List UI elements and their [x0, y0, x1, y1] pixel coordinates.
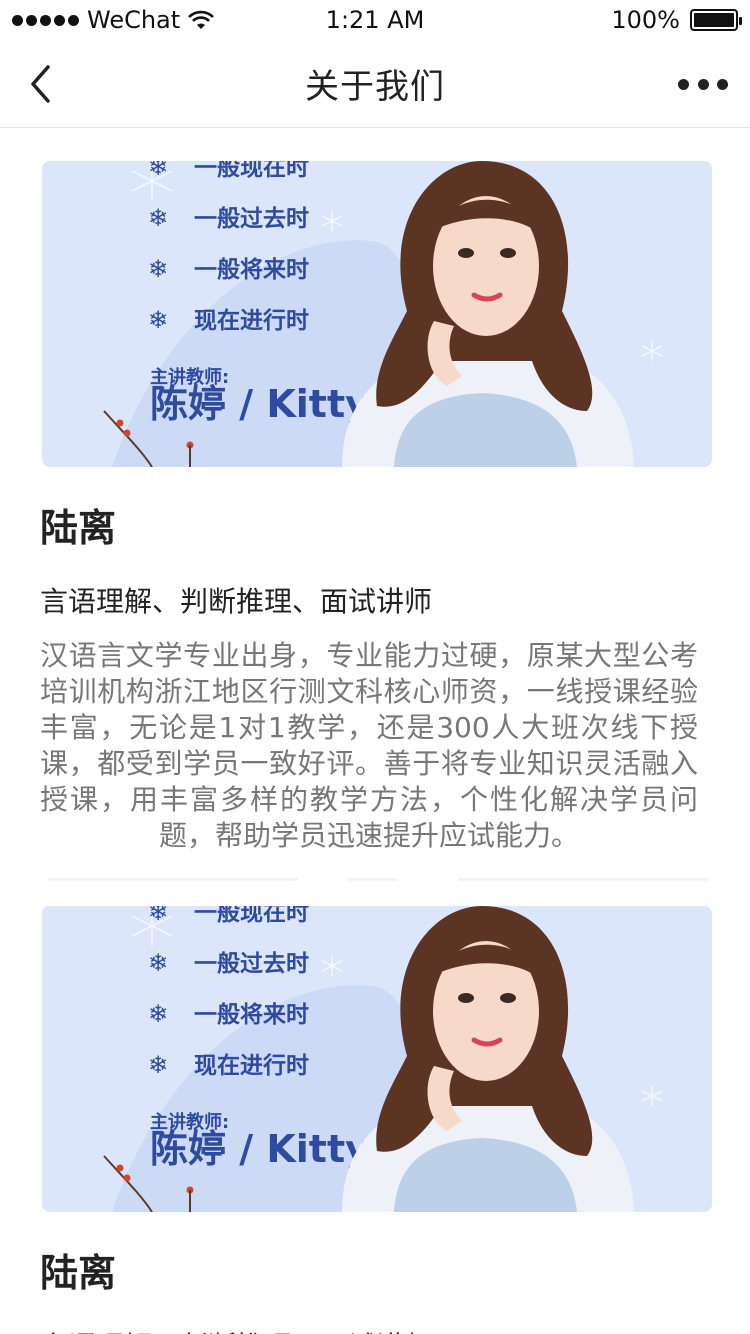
course-banner-image[interactable]: ❄ 一般现在时 ❄ 一般过去时 ❄ 一般将来时 ❄ 现在进行时 主讲教师: 陈婷 / Kitt… [42, 906, 712, 1212]
teacher-card: ❄ 一般现在时 ❄ 一般过去时 ❄ 一般将来时 ❄ 现在进行时 主讲教师: 陈婷 / Kitt… [0, 161, 750, 882]
battery-icon [690, 9, 742, 31]
snowflake-icon: ❄ [148, 204, 168, 232]
banner-graphic: ❄ 一般现在时❄ 一般过去时❄ 一般将来时❄ 现在进行时 主讲教师: 陈婷 / Kitt… [42, 161, 712, 467]
banner-teacher-name: 陈婷 / Kitty [150, 1127, 370, 1171]
carrier-label: WeChat [87, 6, 181, 34]
course-banner-image[interactable]: ❄ 一般现在时 ❄ 一般过去时 ❄ 一般将来时 ❄ 现在进行时 主讲教师: 陈婷 / Kitt… [42, 161, 712, 467]
chevron-left-icon [31, 65, 50, 103]
teacher-list: ❄ 一般现在时 ❄ 一般过去时 ❄ 一般将来时 ❄ 现在进行时 主讲教师: 陈婷 / Kitt… [0, 161, 750, 1334]
banner-topic: 一般过去时 [194, 205, 309, 232]
wifi-icon [188, 10, 215, 29]
status-left: WeChat [12, 6, 215, 34]
teacher-role: 言语理解、判断推理、面试讲师 [40, 585, 433, 618]
banner-topic: 一般现在时 [194, 161, 309, 181]
snowflake-icon: ❄ [148, 1000, 168, 1028]
banner-topic: 一般将来时 [194, 256, 309, 283]
more-dot [717, 78, 728, 90]
teacher-role: 言语理解、判断推理、面试讲师 [40, 1325, 750, 1334]
teacher-card: ❄ 一般现在时 ❄ 一般过去时 ❄ 一般将来时 ❄ 现在进行时 主讲教师: 陈婷 / Kitt… [0, 906, 750, 1334]
divider [48, 878, 710, 882]
more-options-button[interactable] [678, 70, 728, 98]
banner-teacher-name: 陈婷 / Kitty [150, 382, 370, 426]
teacher-bio: 汉语言文学专业出身，专业能力过硬，原某大型公考培训机构浙江地区行测文科核心师资，… [40, 639, 698, 852]
banner-graphic: ❄ 一般现在时❄ 一般过去时❄ 一般将来时❄ 现在进行时 主讲教师: 陈婷 / Kitt… [42, 906, 712, 1212]
page-title: 关于我们 [305, 67, 445, 107]
banner-topic: 现在进行时 [194, 1052, 309, 1079]
back-button[interactable] [18, 62, 62, 106]
teacher-name: 陆离 [40, 506, 117, 550]
teacher-name: 陆离 [40, 1251, 117, 1295]
battery-percent: 100% [611, 6, 680, 34]
status-right: 100% [611, 6, 742, 34]
signal-strength-icon [12, 14, 79, 26]
banner-topic: 一般过去时 [194, 950, 309, 977]
more-dot [678, 78, 689, 90]
snowflake-icon: ❄ [148, 161, 168, 181]
banner-topic: 一般现在时 [194, 906, 309, 926]
snowflake-icon: ❄ [148, 255, 168, 283]
snowflake-icon: ❄ [148, 1051, 168, 1079]
banner-topic: 现在进行时 [194, 307, 309, 334]
status-bar: WeChat 1:21 AM 100% [0, 0, 750, 40]
nav-bar: 关于我们 [0, 40, 750, 128]
more-dot [697, 78, 709, 90]
content-scroll[interactable]: ❄ 一般现在时 ❄ 一般过去时 ❄ 一般将来时 ❄ 现在进行时 主讲教师: 陈婷 / Kitt… [0, 129, 750, 1334]
banner-topic: 一般将来时 [194, 1001, 309, 1028]
snowflake-icon: ❄ [148, 906, 168, 926]
snowflake-icon: ❄ [148, 949, 168, 977]
snowflake-icon: ❄ [148, 306, 168, 334]
